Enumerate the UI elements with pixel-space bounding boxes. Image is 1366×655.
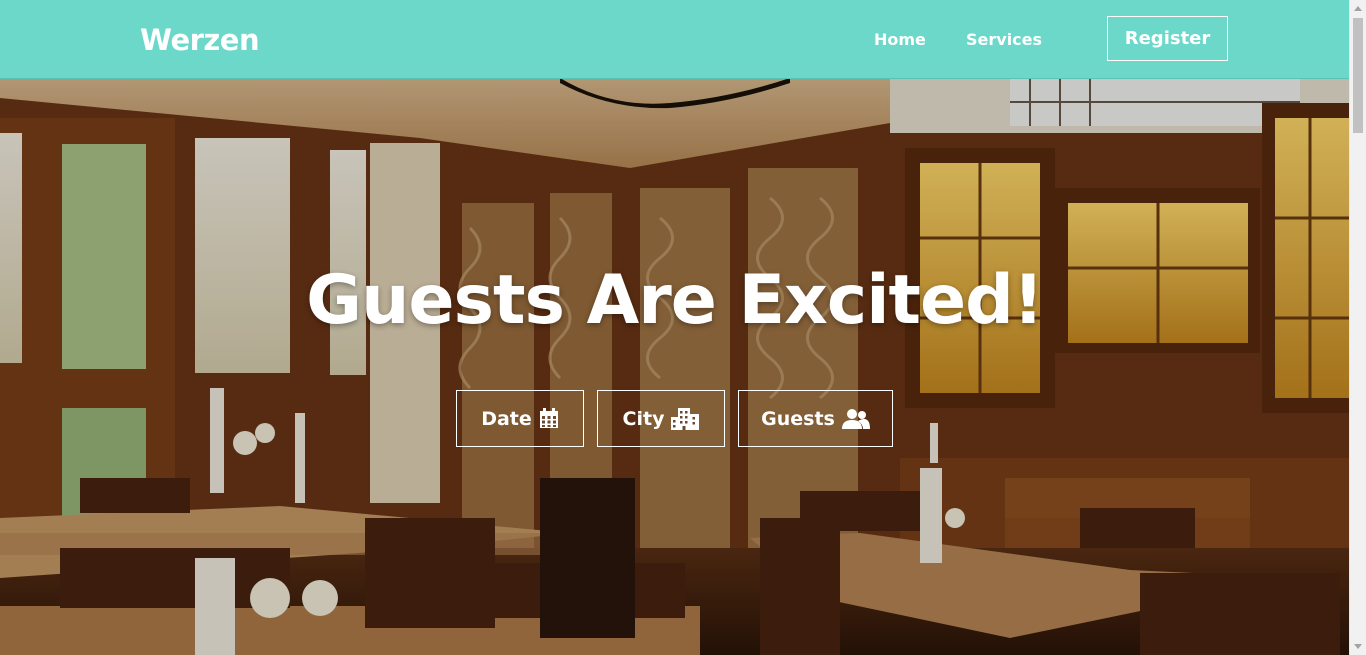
city-button-label: City [622, 407, 665, 430]
city-button[interactable]: City [597, 390, 725, 447]
city-icon [671, 407, 700, 430]
hero-title: Guests Are Excited! [306, 261, 1044, 340]
nav-link-home[interactable]: Home [874, 29, 926, 51]
nav-link-services[interactable]: Services [966, 29, 1042, 51]
guests-button-label: Guests [761, 407, 835, 430]
scroll-up-arrow-icon[interactable] [1354, 6, 1362, 11]
page-scrollbar[interactable] [1349, 0, 1366, 655]
restaurant-interior-photo [0, 78, 1349, 655]
scroll-down-arrow-icon[interactable] [1354, 644, 1362, 649]
guests-button[interactable]: Guests [738, 390, 893, 447]
brand-logo[interactable]: Werzen [140, 20, 260, 60]
date-button-label: Date [481, 407, 532, 430]
hero-section: Guests Are Excited! Date City Guests [0, 78, 1349, 655]
calendar-icon [539, 408, 558, 428]
date-button[interactable]: Date [456, 390, 584, 447]
register-button[interactable]: Register [1107, 16, 1228, 61]
page: Werzen Home Services Register Guests Are… [0, 0, 1349, 655]
scrollbar-thumb[interactable] [1353, 18, 1363, 133]
users-icon [841, 408, 870, 429]
navbar: Werzen Home Services Register [0, 0, 1349, 79]
